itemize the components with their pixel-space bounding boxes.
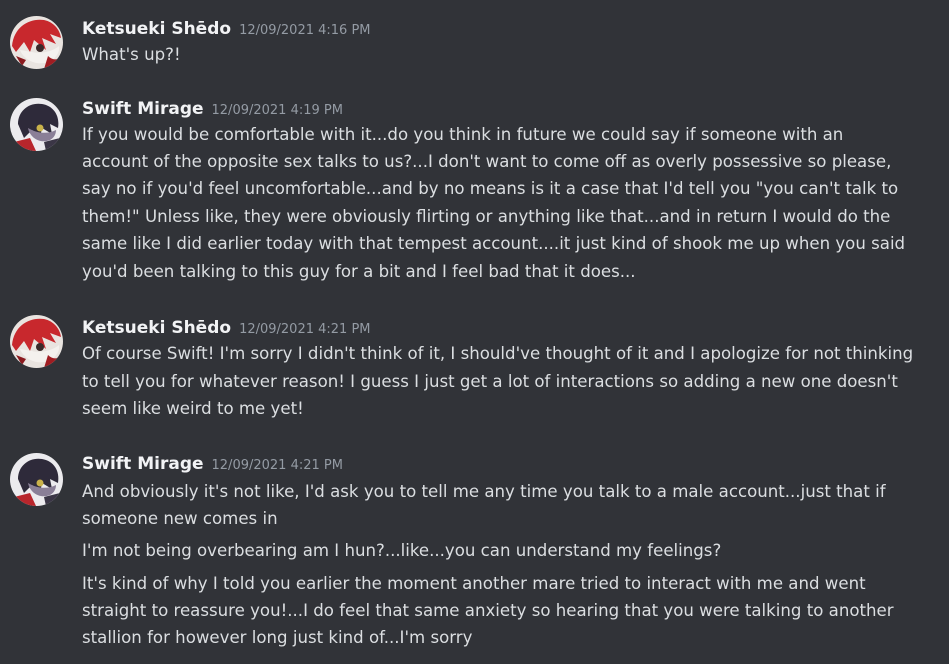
- message-4: Swift Mirage 12/09/2021 4:21 PM And obvio…: [0, 449, 949, 659]
- message-1: Ketsueki Shēdo 12/09/2021 4:16 PM What's …: [0, 14, 949, 74]
- message-text: you'd been talking to this guy for a bit…: [82, 262, 636, 281]
- red-pony-avatar-icon[interactable]: [10, 315, 63, 368]
- message-text: Of course Swift! I'm sorry I didn't thin…: [82, 344, 914, 363]
- message-header: Swift Mirage 12/09/2021 4:21 PM: [82, 451, 343, 477]
- message-text: What's up?!: [82, 45, 181, 64]
- message-text: stallion for however long just kind of..…: [82, 628, 473, 647]
- message-text: I'm not being overbearing am I hun?...li…: [82, 541, 722, 560]
- message-2: Swift Mirage 12/09/2021 4:19 PM If you wo…: [0, 94, 949, 284]
- timestamp: 12/09/2021 4:21 PM: [239, 322, 371, 337]
- username[interactable]: Ketsueki Shēdo: [82, 19, 231, 39]
- username[interactable]: Ketsueki Shēdo: [82, 318, 231, 338]
- dark-pony-avatar-icon[interactable]: [10, 453, 63, 506]
- message-text: seem like weird to me yet!: [82, 399, 304, 418]
- message-text: to tell you for whatever reason! I guess…: [82, 372, 898, 391]
- message-text: account of the opposite sex talks to us?…: [82, 152, 892, 171]
- username[interactable]: Swift Mirage: [82, 99, 204, 119]
- username[interactable]: Swift Mirage: [82, 454, 204, 474]
- timestamp: 12/09/2021 4:21 PM: [211, 458, 343, 473]
- timestamp: 12/09/2021 4:19 PM: [211, 103, 343, 118]
- message-text: say no if you'd feel uncomfortable...and…: [82, 179, 899, 198]
- message-text: same like I did earlier today with that …: [82, 234, 906, 253]
- message-text: It's kind of why I told you earlier the …: [82, 574, 866, 593]
- message-text: If you would be comfortable with it...do…: [82, 125, 844, 144]
- dark-pony-avatar-icon[interactable]: [10, 98, 63, 151]
- message-header: Swift Mirage 12/09/2021 4:19 PM: [82, 96, 343, 122]
- message-header: Ketsueki Shēdo 12/09/2021 4:21 PM: [82, 315, 371, 341]
- red-pony-avatar-icon[interactable]: [10, 16, 63, 69]
- message-text: And obviously it's not like, I'd ask you…: [82, 482, 886, 501]
- message-text: someone new comes in: [82, 509, 278, 528]
- message-text: straight to reassure you!...I do feel th…: [82, 601, 894, 620]
- message-header: Ketsueki Shēdo 12/09/2021 4:16 PM: [82, 16, 371, 42]
- timestamp: 12/09/2021 4:16 PM: [239, 23, 371, 38]
- message-3: Ketsueki Shēdo 12/09/2021 4:21 PM Of cour…: [0, 313, 949, 423]
- message-text: them!" Unless like, they were obviously …: [82, 207, 891, 226]
